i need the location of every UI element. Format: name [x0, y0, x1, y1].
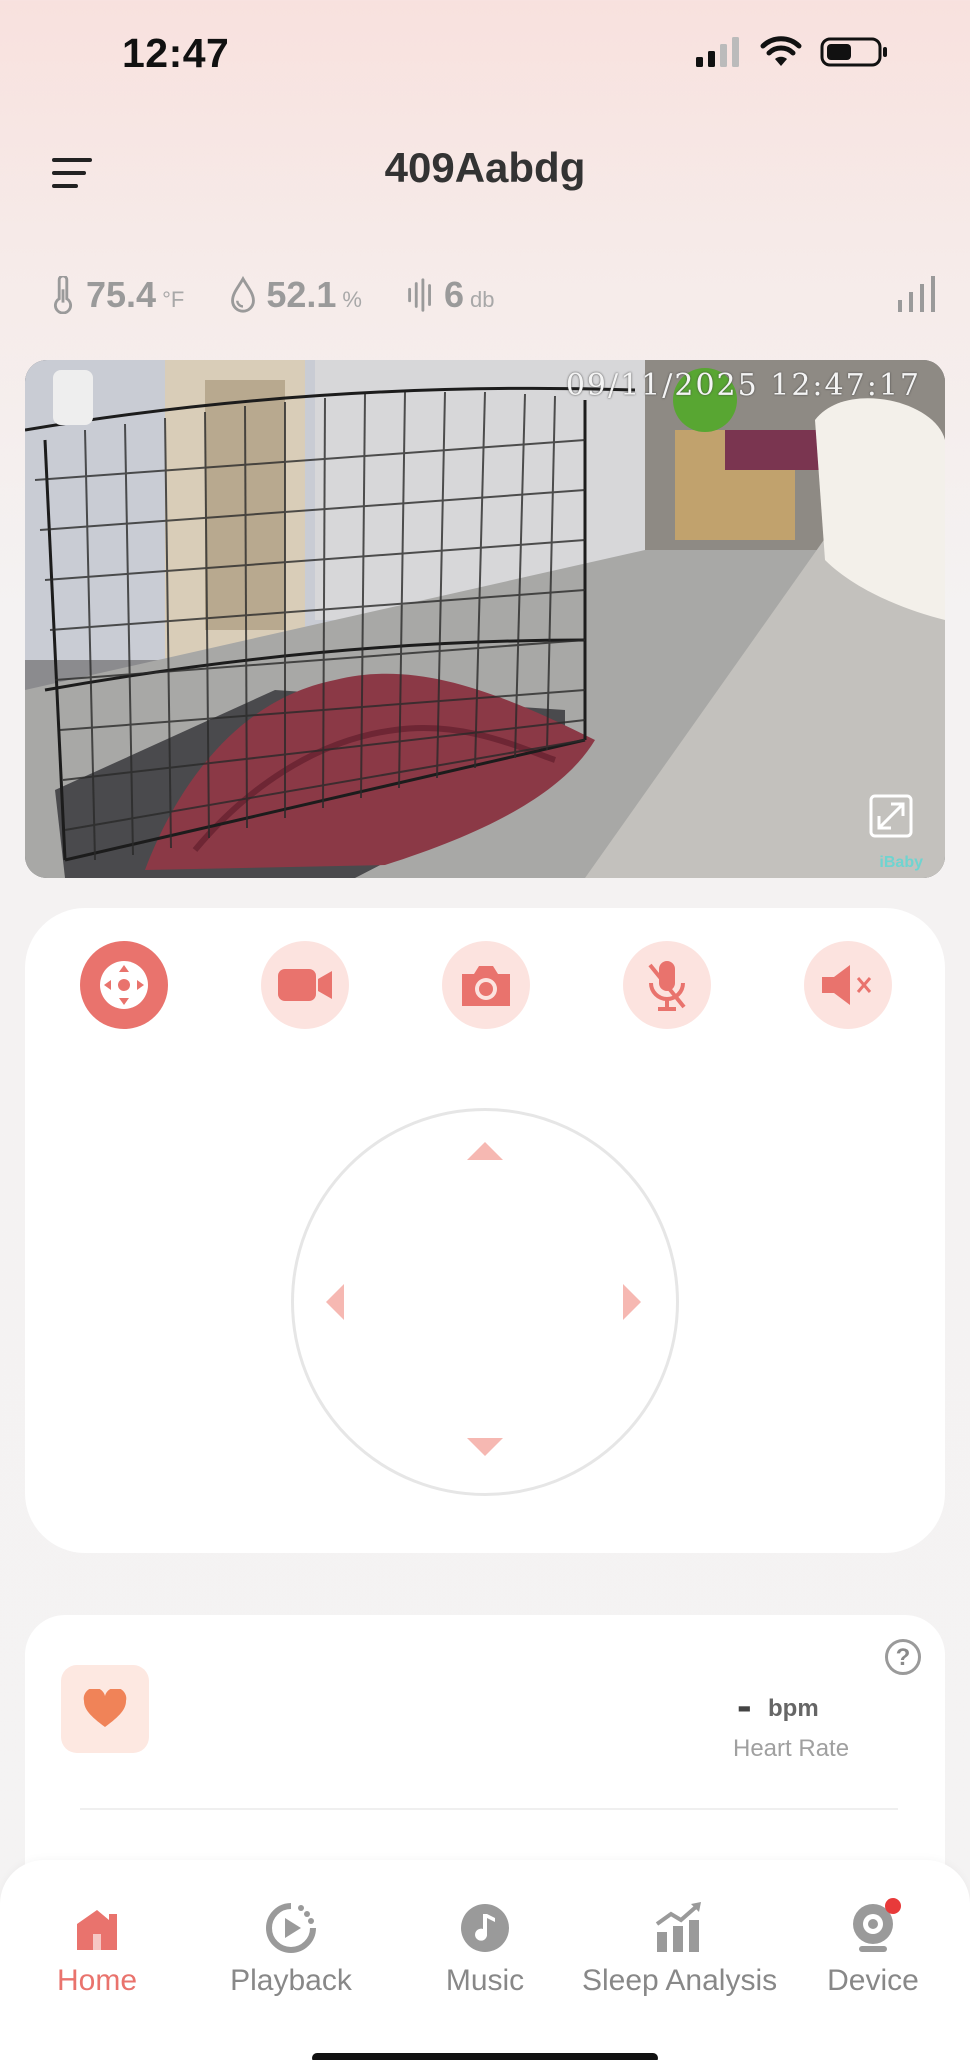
- record-video-button[interactable]: [261, 941, 349, 1029]
- tab-music[interactable]: Music: [388, 1900, 582, 1998]
- environment-stats: 75.4 °F 52.1 % 6 db: [48, 270, 938, 320]
- fullscreen-icon[interactable]: [869, 794, 913, 838]
- video-camera-icon: [278, 969, 332, 1001]
- tab-home-label: Home: [56, 1964, 138, 1997]
- cellular-signal-icon: [696, 37, 739, 67]
- temperature-value: 75.4: [86, 274, 157, 315]
- thermometer-icon: [54, 276, 72, 314]
- camera-live-view[interactable]: 09/11/2025 12:47:17 iBaby: [25, 360, 945, 878]
- playback-icon: [266, 1903, 316, 1953]
- camera-icon: [462, 966, 510, 1006]
- tab-sleep-analysis-label: Sleep Analysis: [582, 1964, 778, 1997]
- header: 409Aabdg: [0, 130, 970, 210]
- bottom-tab-bar: Home Playback Music Sleep Analysis Devic…: [0, 1860, 970, 2060]
- arrow-up-icon[interactable]: [465, 1140, 505, 1162]
- heart-rate-value: -: [737, 1681, 752, 1730]
- bar-chart-icon: [655, 1902, 701, 1952]
- status-icons: [696, 36, 890, 68]
- microphone-muted-icon: [648, 961, 686, 1011]
- sound-value: 6: [443, 274, 464, 315]
- ptz-control-button[interactable]: [80, 941, 168, 1029]
- battery-icon: [820, 37, 887, 67]
- humidity-stat: 52.1 %: [228, 274, 362, 316]
- camera-logo: iBaby: [879, 854, 923, 871]
- heart-rate-icon-box: [61, 1665, 149, 1753]
- sound-stat: 6 db: [406, 274, 495, 316]
- wifi-icon: [760, 36, 802, 66]
- controls-card: [25, 908, 945, 1553]
- move-icon: [100, 961, 148, 1009]
- music-icon: [461, 1904, 509, 1952]
- heart-rate-label: Heart Rate: [733, 1735, 850, 1762]
- tab-playback-label: Playback: [230, 1964, 352, 1997]
- talk-button[interactable]: [623, 941, 711, 1029]
- tab-home[interactable]: Home: [0, 1900, 194, 1998]
- humidity-unit: %: [342, 287, 362, 312]
- tab-device-label: Device: [827, 1964, 919, 1997]
- temperature-unit: °F: [162, 287, 185, 312]
- snapshot-button[interactable]: [442, 941, 530, 1029]
- camera-feed-image: [25, 360, 945, 878]
- status-bar: 12:47: [0, 0, 970, 110]
- arrow-left-icon[interactable]: [324, 1282, 346, 1322]
- tab-sleep-analysis[interactable]: Sleep Analysis: [582, 1900, 778, 1998]
- home-indicator: [312, 2053, 658, 2060]
- signal-strength-icon[interactable]: [896, 274, 938, 314]
- arrow-right-icon[interactable]: [621, 1282, 643, 1322]
- temperature-stat: 75.4 °F: [48, 274, 184, 316]
- speaker-button[interactable]: [804, 941, 892, 1029]
- status-time: 12:47: [122, 30, 230, 76]
- humidity-value: 52.1: [266, 274, 337, 315]
- water-drop-icon: [231, 276, 256, 313]
- divider: [80, 1808, 898, 1810]
- sound-wave-icon: [408, 278, 431, 312]
- tab-playback[interactable]: Playback: [194, 1900, 388, 1998]
- heart-icon: [83, 1689, 127, 1727]
- heart-rate-unit: bpm: [768, 1695, 819, 1722]
- camera-timestamp: 09/11/2025 12:47:17: [565, 368, 921, 403]
- tab-device[interactable]: Device: [776, 1898, 970, 1998]
- speaker-muted-icon: [822, 965, 872, 1005]
- home-icon: [77, 1910, 117, 1950]
- page-title: 409Aabdg: [384, 144, 586, 191]
- sound-unit: db: [470, 287, 495, 312]
- help-icon[interactable]: ?: [885, 1639, 921, 1675]
- arrow-down-icon[interactable]: [465, 1436, 505, 1458]
- tab-music-label: Music: [445, 1964, 525, 1997]
- notification-badge: [885, 1898, 901, 1914]
